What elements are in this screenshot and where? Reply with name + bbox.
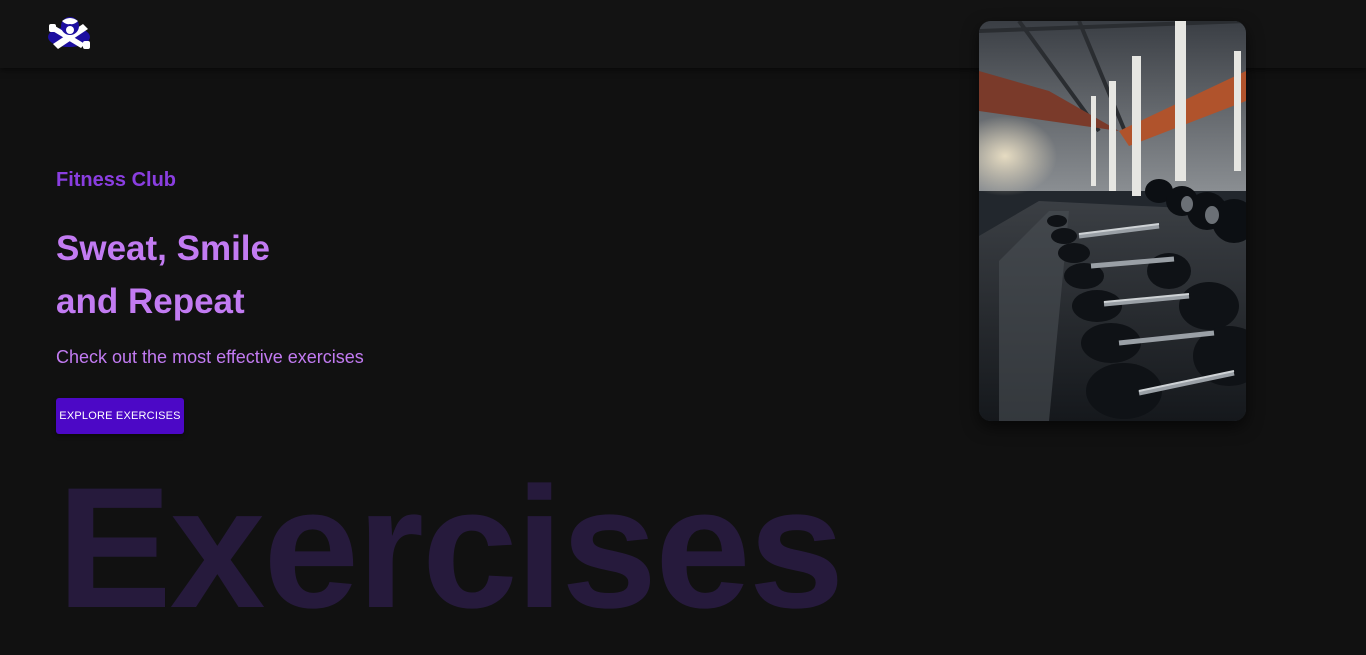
hero-banner-image — [979, 21, 1246, 421]
explore-exercises-button[interactable]: EXPLORE EXERCISES — [56, 398, 184, 434]
hero-title-line-2: and Repeat — [56, 282, 245, 321]
hero-subtitle: Check out the most effective exercises — [56, 347, 364, 367]
hero-title-line-1: Sweat, Smile — [56, 229, 270, 268]
gym-logo-icon[interactable] — [47, 14, 93, 50]
hero-title: Sweat, Smile and Repeat — [56, 222, 270, 328]
background-word: Exercises — [57, 452, 844, 644]
hero-label: Fitness Club — [56, 169, 177, 191]
